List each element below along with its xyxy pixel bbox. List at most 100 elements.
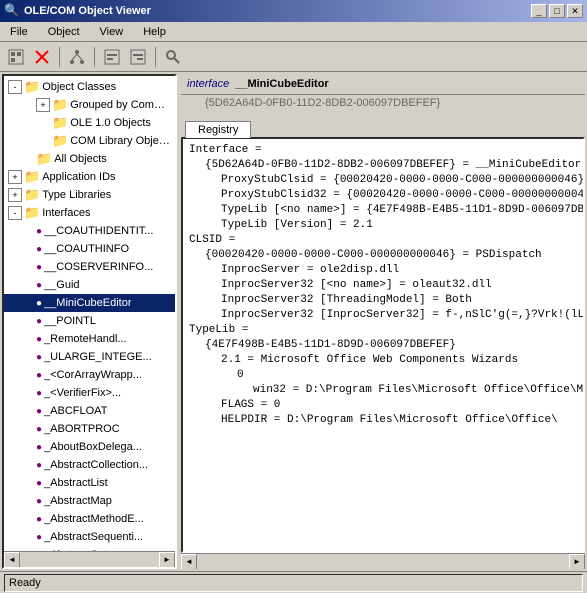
- menu-view[interactable]: View: [94, 24, 130, 40]
- tree-item-grouped[interactable]: + 📁 Grouped by Compo...: [4, 96, 175, 114]
- tree-item-aboutbox[interactable]: ● _AboutBoxDelega...: [4, 438, 175, 456]
- tree-item-abstractcollection[interactable]: ● _AbstractCollection...: [4, 456, 175, 474]
- tree-item-ularge[interactable]: ● _ULARGE_INTEGE...: [4, 348, 175, 366]
- content-scroll-left[interactable]: ◄: [181, 554, 197, 570]
- tree-item-coauthidentit[interactable]: ● __COAUTHIDENTIT...: [4, 222, 175, 240]
- tree-item-corarraywrapp[interactable]: ● _<CorArrayWrapp...: [4, 366, 175, 384]
- label-abstractmethode: _AbstractMethodE...: [44, 513, 144, 525]
- detail-guid-header: {5D62A64D-0FB0-11D2-8DB2-006097DBEFEF}: [181, 95, 585, 113]
- tree-item-abortproc[interactable]: ● _ABORTPROC: [4, 420, 175, 438]
- right-panel: interface __MiniCubeEditor {5D62A64D-0FB…: [181, 74, 585, 569]
- tree-scroll-left[interactable]: ◄: [4, 552, 20, 568]
- content-line-7: {00020420-0000-0000-C000-000000000046} =…: [189, 248, 577, 263]
- content-line-12: TypeLib =: [189, 323, 577, 338]
- tree-item-coauthinfo[interactable]: ● __COAUTHINFO: [4, 240, 175, 258]
- label-aboutbox: _AboutBoxDelega...: [44, 441, 142, 453]
- label-abstractmap: _AbstractMap: [44, 495, 112, 507]
- interface-dot-icon10: ●: [36, 406, 42, 417]
- right-icon: [130, 49, 146, 65]
- close-button[interactable]: ✕: [567, 4, 583, 18]
- toolbar-btn-2[interactable]: [30, 45, 54, 69]
- title-buttons: _ □ ✕: [531, 4, 583, 18]
- label-remotehandl: _RemoteHandl...: [44, 333, 127, 345]
- tree-item-abstractmethode[interactable]: ● _AbstractMethodE...: [4, 510, 175, 528]
- content-line-1: {5D62A64D-0FB0-11D2-8DB2-006097DBEFEF} =…: [189, 158, 577, 173]
- tree-item-guid[interactable]: ● __Guid: [4, 276, 175, 294]
- folder-icon-all: 📁: [36, 151, 52, 167]
- label-com: COM Library Objec...: [70, 135, 171, 147]
- interface-dot-icon5: ●: [36, 316, 42, 327]
- toolbar-btn-3[interactable]: [65, 45, 89, 69]
- tree-item-verifierfix[interactable]: ● _<VerifierFix>...: [4, 384, 175, 402]
- tree-item-pointl[interactable]: ● __POINTL: [4, 312, 175, 330]
- menu-object[interactable]: Object: [42, 24, 86, 40]
- app-icon: 🔍: [4, 3, 20, 19]
- folder-icon-grouped: 📁: [52, 97, 68, 113]
- label-type-libs: Type Libraries: [42, 189, 111, 201]
- toolbar-btn-1[interactable]: [4, 45, 28, 69]
- folder-icon-ole: 📁: [52, 115, 68, 131]
- menu-help[interactable]: Help: [137, 24, 172, 40]
- toolbar-btn-search[interactable]: [161, 45, 185, 69]
- tree-item-object-classes[interactable]: - 📁 Object Classes: [4, 78, 175, 96]
- content-scroll-right[interactable]: ►: [569, 554, 585, 570]
- tree-item-all-objects[interactable]: 📁 All Objects: [4, 150, 175, 168]
- title-bar: 🔍 OLE/COM Object Viewer _ □ ✕: [0, 0, 587, 22]
- tree-item-ole[interactable]: 📁 OLE 1.0 Objects: [4, 114, 175, 132]
- interface-dot-icon11: ●: [36, 424, 42, 435]
- interface-dot-icon6: ●: [36, 334, 42, 345]
- tree-item-abstractsequenti[interactable]: ● _AbstractSequenti...: [4, 528, 175, 546]
- folder-icon-object-classes: 📁: [24, 79, 40, 95]
- content-line-9: InprocServer32 [<no name>] = oleaut32.dl…: [189, 278, 577, 293]
- content-line-10: InprocServer32 [ThreadingModel] = Both: [189, 293, 577, 308]
- maximize-button[interactable]: □: [549, 4, 565, 18]
- tree-item-interfaces[interactable]: - 📁 Interfaces: [4, 204, 175, 222]
- expander-object-classes[interactable]: -: [8, 80, 22, 94]
- expander-grouped[interactable]: +: [36, 98, 50, 112]
- tree-horizontal-scrollbar[interactable]: ◄ ►: [4, 551, 175, 567]
- tree-scroll-track[interactable]: [20, 552, 159, 568]
- tree-content[interactable]: - 📁 Object Classes + 📁 Grouped by Compo.…: [4, 76, 175, 551]
- content-line-0: Interface =: [189, 143, 577, 158]
- expander-app-ids[interactable]: +: [8, 170, 22, 184]
- toolbar-sep-3: [155, 47, 156, 67]
- expander-interfaces[interactable]: -: [8, 206, 22, 220]
- content-line-5: TypeLib [Version] = 2.1: [189, 218, 577, 233]
- minimize-button[interactable]: _: [531, 4, 547, 18]
- tab-registry[interactable]: Registry: [185, 121, 251, 138]
- interface-dot-icon16: ●: [36, 514, 42, 525]
- tree-scroll-right[interactable]: ►: [159, 552, 175, 568]
- label-pointl: __POINTL: [44, 315, 96, 327]
- tree-item-com[interactable]: 📁 COM Library Objec...: [4, 132, 175, 150]
- expander-type-libs[interactable]: +: [8, 188, 22, 202]
- label-corarraywrapp: _<CorArrayWrapp...: [44, 369, 142, 381]
- tree-item-abcfloat[interactable]: ● _ABCFLOAT: [4, 402, 175, 420]
- content-line-4: TypeLib [<no name>] = {4E7F498B-E4B5-11D…: [189, 203, 577, 218]
- interface-dot-icon4: ●: [36, 280, 42, 291]
- content-scroll-track[interactable]: [197, 554, 569, 570]
- content-area[interactable]: Interface = {5D62A64D-0FB0-11D2-8DB2-006…: [181, 137, 585, 553]
- content-horizontal-scrollbar[interactable]: ◄ ►: [181, 553, 585, 569]
- tree-item-minicubeeditor[interactable]: ● __MiniCubeEditor: [4, 294, 175, 312]
- toolbar-btn-4[interactable]: [100, 45, 124, 69]
- tree-item-type-libs[interactable]: + 📁 Type Libraries: [4, 186, 175, 204]
- tab-bar: Registry: [181, 113, 585, 137]
- toolbar-btn-5[interactable]: [126, 45, 150, 69]
- content-line-14: 2.1 = Microsoft Office Web Components Wi…: [189, 353, 577, 368]
- tree-item-app-ids[interactable]: + 📁 Application IDs: [4, 168, 175, 186]
- tree-item-abstractlist[interactable]: ● _AbstractList: [4, 474, 175, 492]
- content-line-6: CLSID =: [189, 233, 577, 248]
- detail-header: interface __MiniCubeEditor: [181, 74, 585, 95]
- content-line-8: InprocServer = ole2disp.dll: [189, 263, 577, 278]
- object-icon: [8, 49, 24, 65]
- menu-file[interactable]: File: [4, 24, 34, 40]
- label-coserverinfo: __COSERVERINFO...: [44, 261, 153, 273]
- tree-item-remotehandl[interactable]: ● _RemoteHandl...: [4, 330, 175, 348]
- interface-dot-icon8: ●: [36, 370, 42, 381]
- folder-icon-interfaces: 📁: [24, 205, 40, 221]
- window-title: OLE/COM Object Viewer: [24, 5, 151, 17]
- tree-item-abstractmap[interactable]: ● _AbstractMap: [4, 492, 175, 510]
- tree-item-coserverinfo[interactable]: ● __COSERVERINFO...: [4, 258, 175, 276]
- interface-dot-icon15: ●: [36, 496, 42, 507]
- content-line-3: ProxyStubClsid32 = {00020420-0000-0000-C…: [189, 188, 577, 203]
